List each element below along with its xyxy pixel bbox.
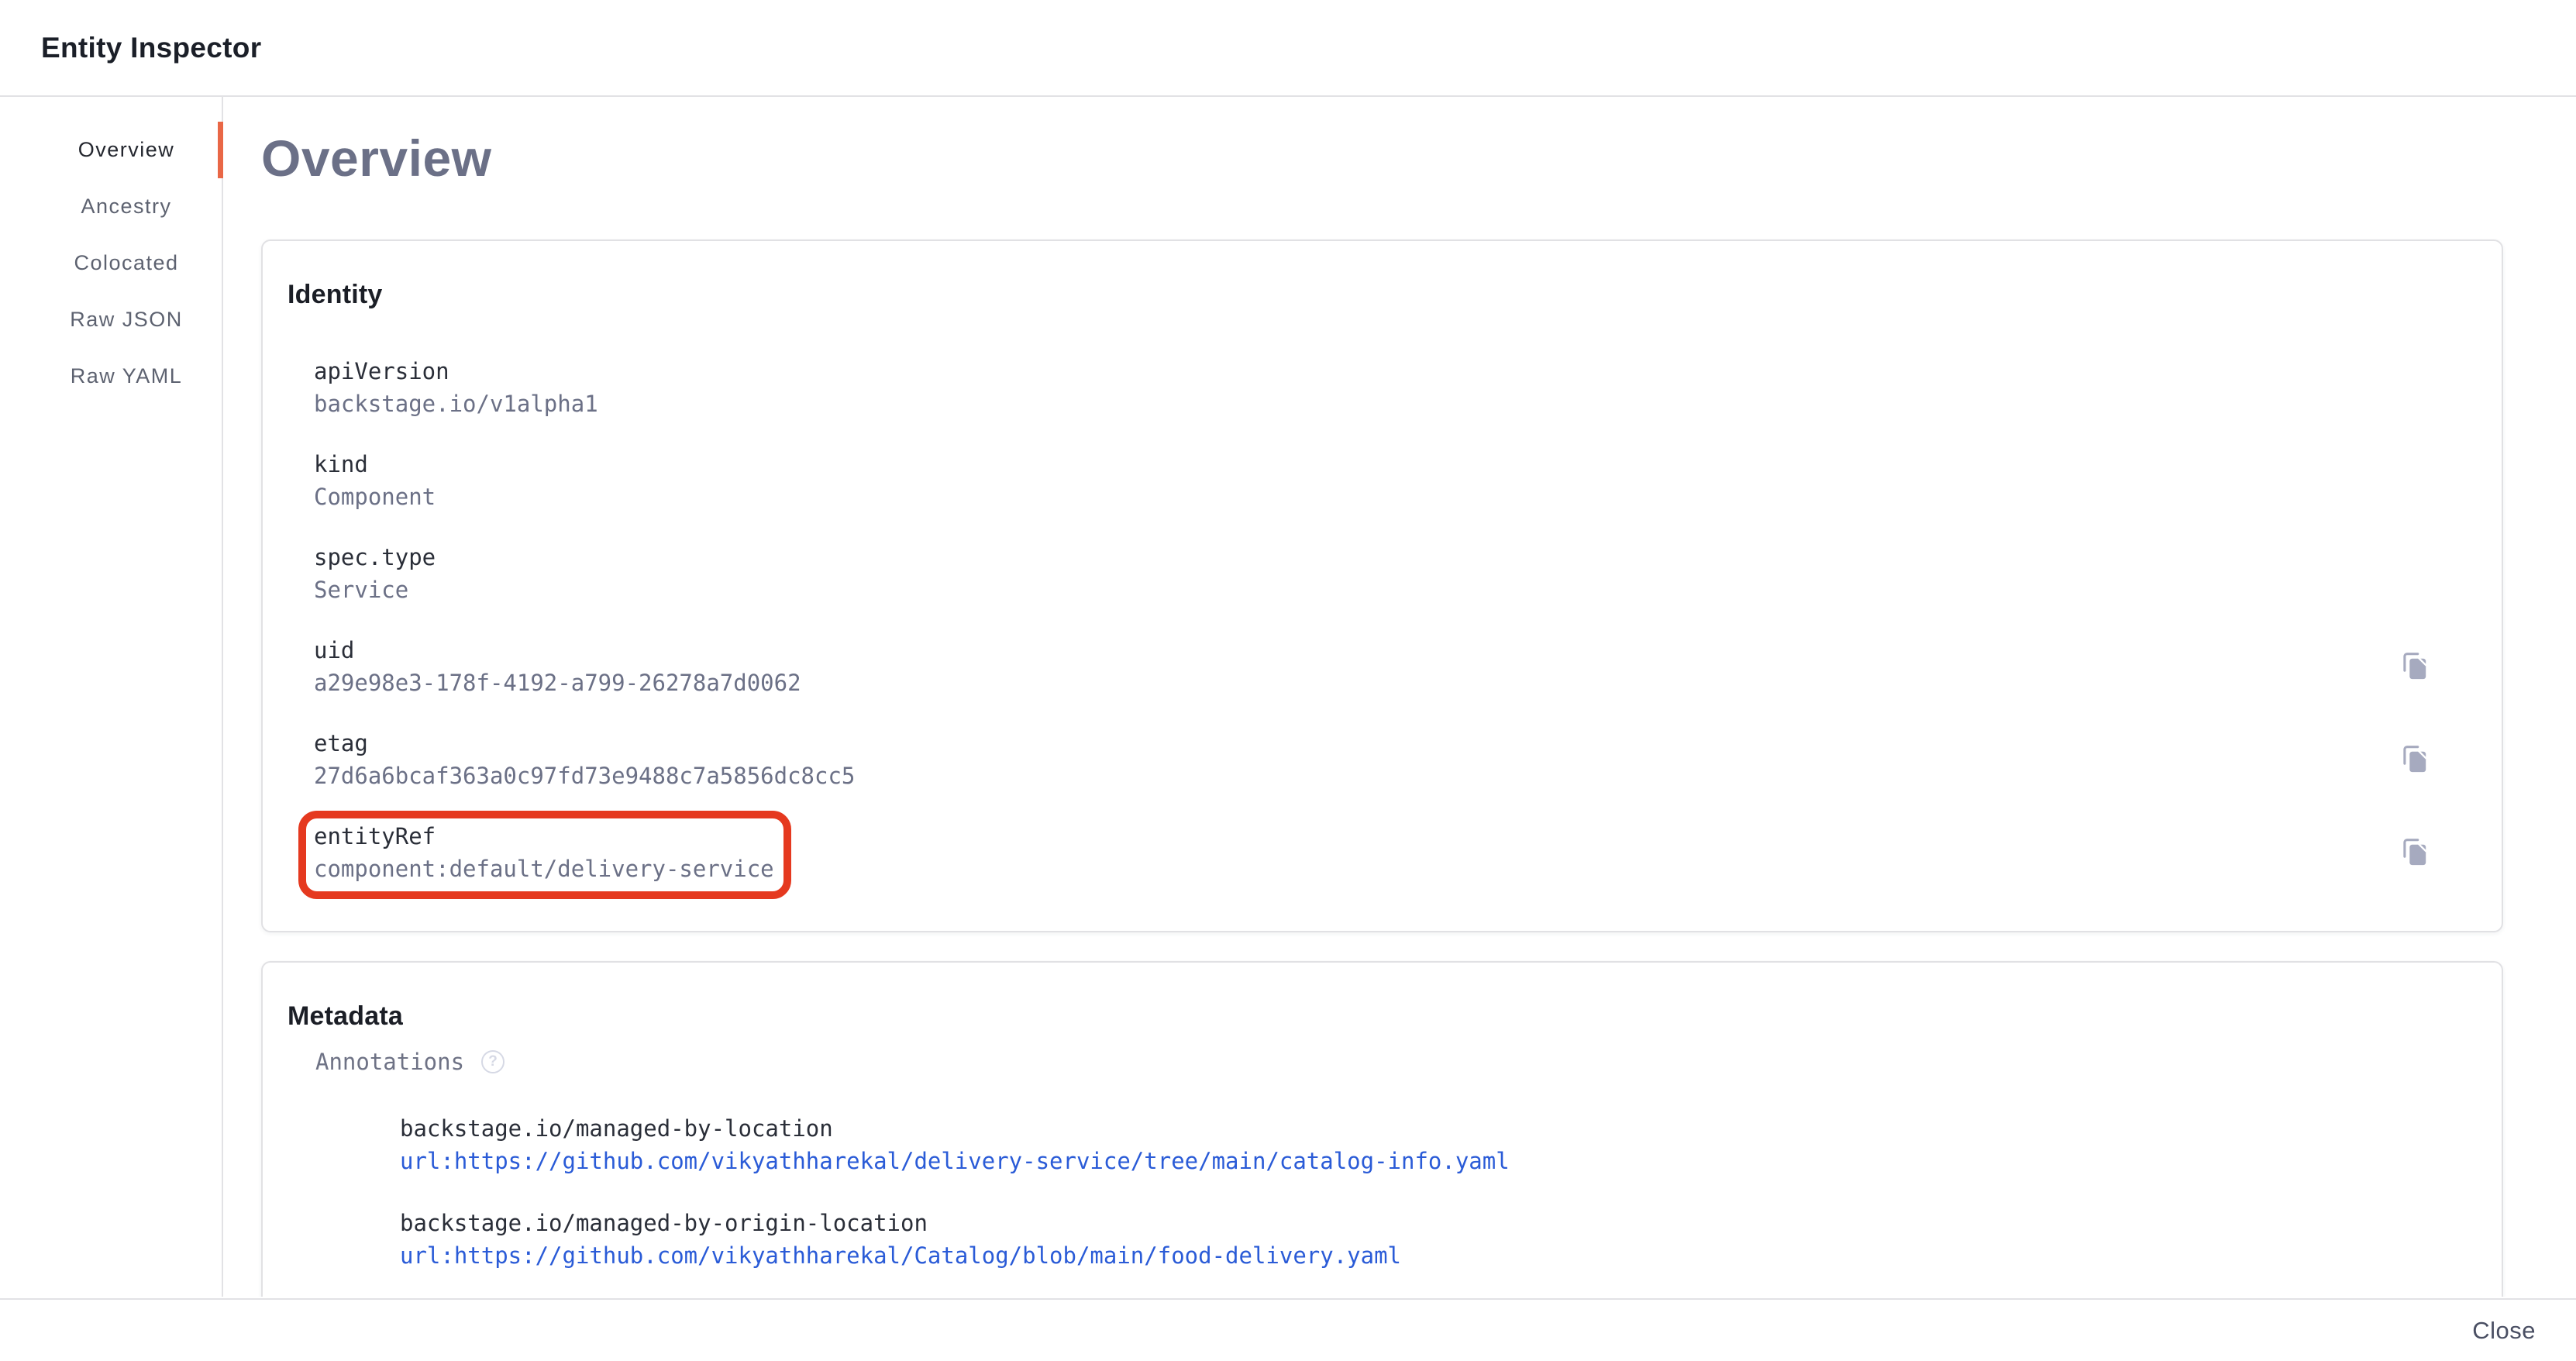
- nav-tab-label: Overview: [78, 138, 175, 162]
- nav-tab[interactable]: Colocated: [0, 235, 222, 291]
- nav-tab[interactable]: Ancestry: [0, 178, 222, 235]
- annotations-list: backstage.io/managed-by-location url:htt…: [288, 1114, 2452, 1270]
- identity-card: Identity apiVersion backstage.io/v1alpha…: [261, 239, 2503, 932]
- close-button[interactable]: Close: [2468, 1309, 2540, 1352]
- identity-field: entityRef component:default/delivery-ser…: [298, 811, 791, 899]
- identity-field-row: uid a29e98e3-178f-4192-a799-26278a7d0062: [314, 636, 2452, 698]
- nav-tab[interactable]: Overview: [0, 122, 222, 178]
- copy-icon: [2397, 836, 2431, 870]
- identity-field: uid a29e98e3-178f-4192-a799-26278a7d0062: [314, 636, 801, 698]
- nav-tab[interactable]: Raw JSON: [0, 291, 222, 348]
- overview-panel: Overview Identity apiVersion backstage.i…: [223, 97, 2576, 1297]
- dialog-footer: Close: [0, 1298, 2576, 1361]
- annotation-entry: backstage.io/managed-by-location url:htt…: [400, 1114, 2452, 1176]
- help-icon[interactable]: ?: [481, 1050, 505, 1073]
- nav-tab-label: Ancestry: [81, 195, 171, 219]
- inspector-nav: Overview Ancestry Colocated Raw JSON: [0, 97, 223, 1297]
- identity-field-row: entityRef component:default/delivery-ser…: [314, 822, 2452, 884]
- identity-field-row: kind Component: [314, 450, 2452, 512]
- identity-field-row: spec.type Service: [314, 543, 2452, 605]
- nav-tab-label: Raw JSON: [70, 308, 183, 332]
- annotation-key: backstage.io/managed-by-origin-location: [400, 1208, 2452, 1238]
- dialog-title: Entity Inspector: [41, 32, 261, 64]
- metadata-card-title: Metadata: [288, 999, 2452, 1033]
- identity-field: spec.type Service: [314, 543, 436, 605]
- identity-card-title: Identity: [288, 277, 2452, 312]
- copy-button[interactable]: [2395, 741, 2433, 778]
- copy-icon: [2397, 743, 2431, 777]
- identity-field: apiVersion backstage.io/v1alpha1: [314, 357, 598, 419]
- page-title: Overview: [261, 126, 2503, 190]
- annotations-title: Annotations: [315, 1047, 464, 1077]
- nav-tab-label: Colocated: [74, 251, 178, 275]
- copy-button[interactable]: [2395, 648, 2433, 685]
- field-value: Component: [314, 482, 436, 512]
- copy-icon: [2397, 649, 2431, 684]
- nav-tab-label: Raw YAML: [71, 364, 183, 388]
- field-value: Service: [314, 575, 436, 605]
- annotations-header: Annotations ?: [315, 1047, 2452, 1077]
- annotation-key: backstage.io/managed-by-location: [400, 1114, 2452, 1143]
- metadata-card: Metadata Annotations ? backstage.io/mana…: [261, 961, 2503, 1297]
- field-label: etag: [314, 729, 855, 758]
- identity-fields: apiVersion backstage.io/v1alpha1: [314, 357, 2452, 884]
- dialog-header: Entity Inspector: [0, 0, 2576, 97]
- field-value: 27d6a6bcaf363a0c97fd73e9488c7a5856dc8cc5: [314, 761, 855, 791]
- identity-field: kind Component: [314, 450, 436, 512]
- field-value: backstage.io/v1alpha1: [314, 389, 598, 419]
- field-value: a29e98e3-178f-4192-a799-26278a7d0062: [314, 668, 801, 698]
- dialog-body: Overview Ancestry Colocated Raw JSON: [0, 97, 2576, 1297]
- identity-field-row: apiVersion backstage.io/v1alpha1: [314, 357, 2452, 419]
- field-label: entityRef: [314, 822, 774, 851]
- field-value: component:default/delivery-service: [314, 854, 774, 884]
- entity-inspector-dialog: Entity Inspector Overview Ancestry Coloc…: [0, 0, 2576, 1297]
- annotation-entry: backstage.io/managed-by-origin-location …: [400, 1208, 2452, 1270]
- identity-field: etag 27d6a6bcaf363a0c97fd73e9488c7a5856d…: [314, 729, 855, 791]
- active-tab-indicator: [218, 122, 223, 178]
- annotation-link[interactable]: url:https://github.com/vikyathharekal/de…: [400, 1146, 1510, 1176]
- field-label: apiVersion: [314, 357, 598, 386]
- nav-tab[interactable]: Raw YAML: [0, 348, 222, 405]
- annotation-link[interactable]: url:https://github.com/vikyathharekal/Ca…: [400, 1241, 1401, 1270]
- identity-field-row: etag 27d6a6bcaf363a0c97fd73e9488c7a5856d…: [314, 729, 2452, 791]
- field-label: spec.type: [314, 543, 436, 572]
- field-label: kind: [314, 450, 436, 479]
- copy-button[interactable]: [2395, 834, 2433, 871]
- field-label: uid: [314, 636, 801, 665]
